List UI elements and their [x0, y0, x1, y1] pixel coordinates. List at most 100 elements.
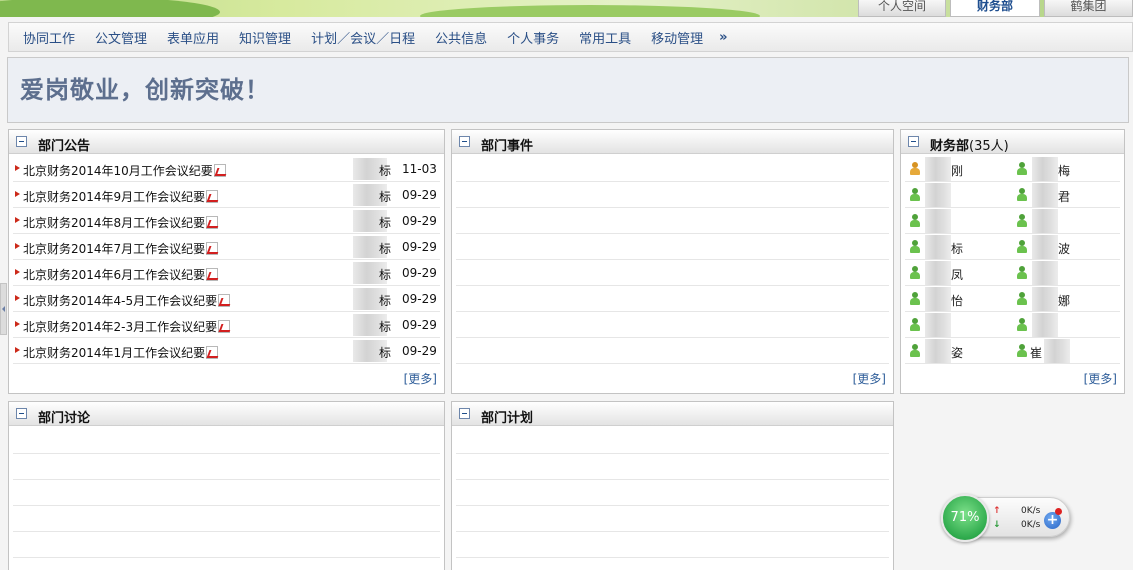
- member-name: 君: [1058, 190, 1071, 204]
- notification-dot-icon: [1055, 508, 1062, 515]
- member-name: 怡: [951, 294, 964, 308]
- collapse-icon[interactable]: [908, 136, 919, 147]
- person-icon: [1016, 162, 1027, 176]
- empty-row: [456, 234, 889, 260]
- empty-row: [13, 506, 440, 532]
- members-list: 刚 梅 君 标 波 凤 怡 娜 姿 崔: [905, 156, 1120, 364]
- redacted-blur: [925, 209, 951, 233]
- sidebar-toggle-handle[interactable]: [0, 283, 7, 335]
- redacted-blur: [1032, 209, 1058, 233]
- empty-row: [456, 338, 889, 364]
- notice-row: 北京财务2014年1月工作会议纪要 标 09-29: [13, 338, 440, 364]
- red-arrow-icon: [15, 321, 20, 327]
- member-row: 姿 崔: [905, 338, 1120, 364]
- member-entry[interactable]: 标: [905, 234, 1011, 260]
- member-entry[interactable]: 娜: [1012, 286, 1118, 312]
- collapse-icon[interactable]: [16, 408, 27, 419]
- notice-link[interactable]: 北京财务2014年6月工作会议纪要: [23, 266, 219, 283]
- nav-item-knowledge[interactable]: 知识管理: [231, 28, 303, 47]
- members-more-link[interactable]: [更多]: [1084, 370, 1117, 387]
- plans-panel-header: 部门计划: [452, 402, 893, 426]
- member-entry[interactable]: 波: [1012, 234, 1118, 260]
- nav-more-button[interactable]: »: [715, 30, 727, 45]
- redacted-blur: [1032, 287, 1058, 311]
- member-name: 姿: [951, 346, 964, 360]
- person-icon: [1016, 266, 1027, 280]
- member-entry[interactable]: 崔: [1012, 338, 1118, 364]
- member-name: 娜: [1058, 294, 1071, 308]
- nav-item-tools[interactable]: 常用工具: [571, 28, 643, 47]
- member-entry[interactable]: [1012, 312, 1118, 338]
- member-entry[interactable]: [1012, 260, 1118, 286]
- pdf-icon: [206, 242, 219, 255]
- empty-row: [13, 454, 440, 480]
- notice-link[interactable]: 北京财务2014年9月工作会议纪要: [23, 188, 219, 205]
- empty-row: [456, 506, 889, 532]
- members-panel: 财务部(35人) 刚 梅 君 标 波 凤 怡 娜 姿 崔 [更多]: [900, 129, 1125, 394]
- notices-more-link[interactable]: [更多]: [404, 370, 437, 387]
- plans-panel: 部门计划: [451, 401, 894, 570]
- redacted-blur: [1032, 235, 1058, 259]
- member-entry[interactable]: 梅: [1012, 156, 1118, 182]
- nav-item-schedule[interactable]: 计划／会议／日程: [303, 28, 427, 47]
- notice-author: 标: [379, 346, 392, 360]
- notice-row: 北京财务2014年10月工作会议纪要 标 11-03: [13, 156, 440, 182]
- notice-link[interactable]: 北京财务2014年4-5月工作会议纪要: [23, 292, 231, 309]
- redacted-blur: [1032, 261, 1058, 285]
- red-arrow-icon: [15, 217, 20, 223]
- notice-link[interactable]: 北京财务2014年7月工作会议纪要: [23, 240, 219, 257]
- redacted-blur: [925, 157, 951, 181]
- red-arrow-icon: [15, 165, 20, 171]
- collapse-icon[interactable]: [459, 136, 470, 147]
- member-entry[interactable]: 刚: [905, 156, 1011, 182]
- member-entry[interactable]: 姿: [905, 338, 1011, 364]
- person-icon: [909, 344, 920, 358]
- collapse-icon[interactable]: [16, 136, 27, 147]
- redacted-blur: [925, 183, 951, 207]
- member-entry[interactable]: [905, 208, 1011, 234]
- member-row: [905, 208, 1120, 234]
- nav-item-collaboration[interactable]: 协同工作: [15, 28, 87, 47]
- notice-date: 11-03: [402, 162, 437, 176]
- usage-gauge[interactable]: 71%: [941, 494, 989, 542]
- notice-row: 北京财务2014年8月工作会议纪要 标 09-29: [13, 208, 440, 234]
- person-icon: [1016, 188, 1027, 202]
- tab-finance-dept[interactable]: 财务部: [950, 0, 1040, 17]
- nav-item-documents[interactable]: 公文管理: [87, 28, 159, 47]
- member-row: 君: [905, 182, 1120, 208]
- member-entry[interactable]: [905, 312, 1011, 338]
- member-entry[interactable]: [905, 182, 1011, 208]
- notice-date: 09-29: [402, 214, 437, 228]
- events-more-link[interactable]: [更多]: [853, 370, 886, 387]
- notice-author: 标: [379, 268, 392, 282]
- notice-link[interactable]: 北京财务2014年1月工作会议纪要: [23, 344, 219, 361]
- notice-author: 标: [379, 216, 392, 230]
- tab-group[interactable]: 鹤集团: [1044, 0, 1133, 17]
- member-entry[interactable]: [1012, 208, 1118, 234]
- events-list: [456, 156, 889, 364]
- slogan-banner: 爱岗敬业，创新突破！: [7, 57, 1129, 123]
- banner-hill: [420, 5, 760, 17]
- person-icon: [1016, 292, 1027, 306]
- member-entry[interactable]: 君: [1012, 182, 1118, 208]
- notice-link[interactable]: 北京财务2014年2-3月工作会议纪要: [23, 318, 231, 335]
- nav-item-forms[interactable]: 表单应用: [159, 28, 231, 47]
- empty-row: [13, 480, 440, 506]
- collapse-icon[interactable]: [459, 408, 470, 419]
- member-entry[interactable]: 凤: [905, 260, 1011, 286]
- notice-link[interactable]: 北京财务2014年8月工作会议纪要: [23, 214, 219, 231]
- nav-item-public-info[interactable]: 公共信息: [427, 28, 499, 47]
- empty-row: [13, 428, 440, 454]
- notice-author: 标: [379, 242, 392, 256]
- nav-item-mobile[interactable]: 移动管理: [643, 28, 715, 47]
- tab-personal-space[interactable]: 个人空间: [858, 0, 946, 17]
- notice-link[interactable]: 北京财务2014年10月工作会议纪要: [23, 162, 226, 179]
- pdf-icon: [206, 268, 219, 281]
- nav-item-personal[interactable]: 个人事务: [499, 28, 571, 47]
- member-row: 凤: [905, 260, 1120, 286]
- member-entry[interactable]: 怡: [905, 286, 1011, 312]
- arrow-down-icon: ↓: [993, 520, 1001, 530]
- empty-row: [456, 286, 889, 312]
- red-arrow-icon: [15, 295, 20, 301]
- person-icon: [909, 292, 920, 306]
